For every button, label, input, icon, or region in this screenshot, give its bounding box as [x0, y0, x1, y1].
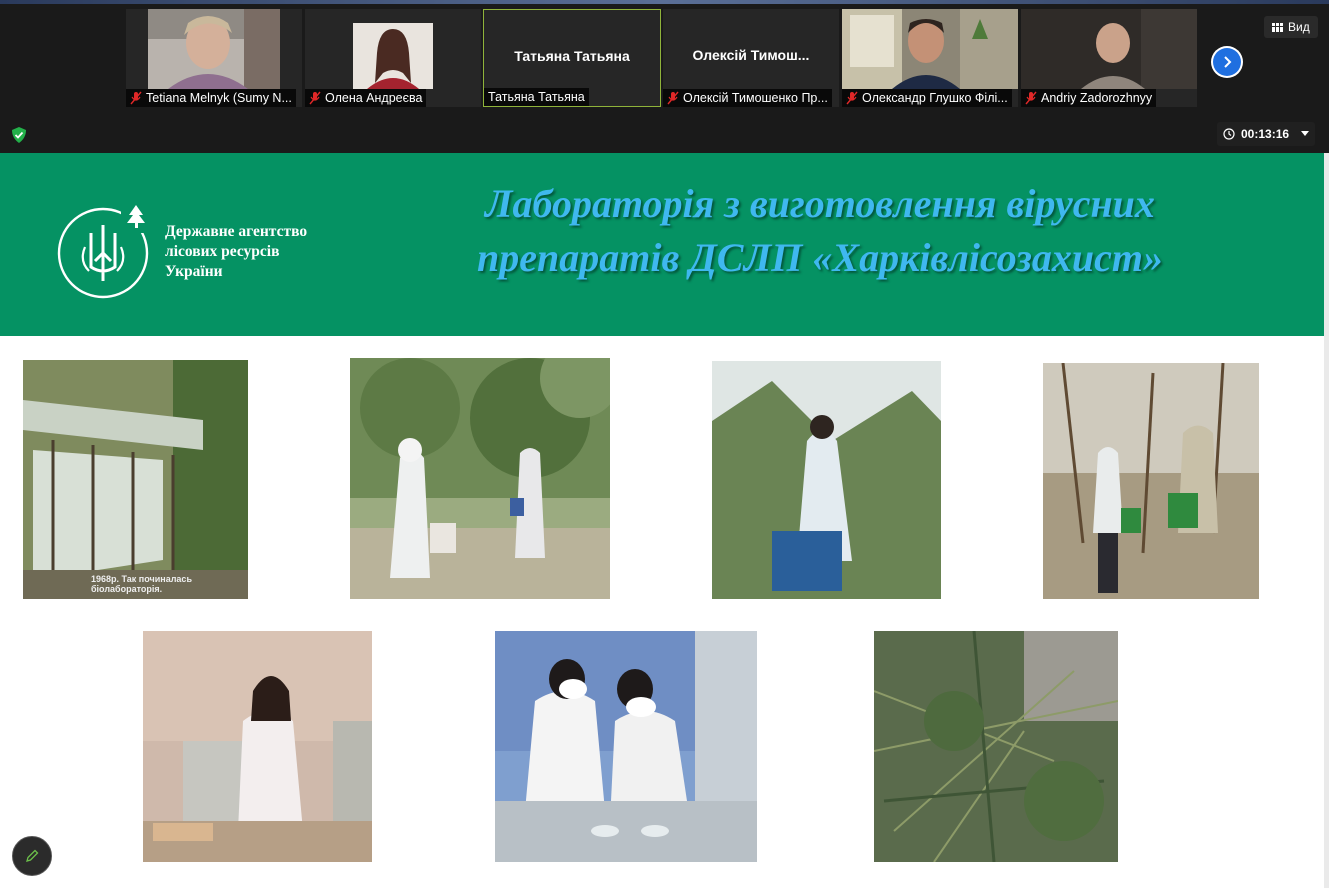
participant-name-label: Tetiana Melnyk (Sumy N...	[126, 89, 296, 107]
next-page-button[interactable]	[1211, 46, 1243, 78]
shared-screen-slide: Державне агентство лісових ресурсів Укра…	[0, 153, 1324, 888]
view-button[interactable]: Вид	[1264, 16, 1318, 38]
participant-tile-active[interactable]: Татьяна Татьяна Татьяна Татьяна	[483, 9, 661, 107]
participant-video	[148, 9, 280, 89]
participant-tile[interactable]: Олександр Глушко Філі...	[842, 9, 1018, 107]
agency-name: Державне агентство лісових ресурсів Укра…	[165, 223, 308, 280]
meeting-timer[interactable]: 00:13:16	[1217, 122, 1315, 146]
participant-name-label: Татьяна Татьяна	[484, 88, 589, 106]
participant-tile[interactable]: Олена Андреєва	[305, 9, 481, 107]
participant-strip: Tetiana Melnyk (Sumy N... Олена Андреєва…	[0, 4, 1329, 153]
grid-view-icon	[1272, 22, 1283, 32]
scrollbar-strip	[1324, 153, 1329, 888]
muted-mic-icon	[667, 91, 679, 105]
slide-title: Лабораторія з виготовлення вірусних преп…	[477, 181, 1163, 280]
participant-tile[interactable]: Andriy Zadorozhnyy	[1021, 9, 1197, 107]
participant-name: Олексій Тимошенко Пр...	[683, 91, 828, 105]
muted-mic-icon	[1025, 91, 1037, 105]
participant-name-label: Andriy Zadorozhnyy	[1021, 89, 1157, 107]
participant-name: Олександр Глушко Філі...	[862, 91, 1008, 105]
participant-tile[interactable]: Tetiana Melnyk (Sumy N...	[126, 9, 302, 107]
photo-two-lab-workers	[495, 631, 757, 862]
muted-mic-icon	[846, 91, 858, 105]
photo-workers-pine-forest	[350, 358, 610, 599]
participant-video	[1021, 9, 1197, 89]
shield-check-icon[interactable]	[10, 126, 28, 144]
photo-greenhouse: 1968р. Так починалась біолабораторія.	[23, 360, 248, 599]
participant-name-label: Олексій Тимошенко Пр...	[663, 89, 832, 107]
clock-icon	[1223, 128, 1235, 140]
chevron-down-icon	[1301, 131, 1309, 136]
muted-mic-icon	[309, 91, 321, 105]
slide-banner: Державне агентство лісових ресурсів Укра…	[0, 153, 1324, 336]
participant-center-name: Татьяна Татьяна	[514, 48, 630, 64]
photo-pine-branches	[874, 631, 1118, 862]
annotate-button[interactable]	[12, 836, 52, 876]
muted-mic-icon	[130, 91, 142, 105]
participant-video	[353, 23, 433, 89]
participant-name-label: Олександр Глушко Філі...	[842, 89, 1012, 107]
photo-woman-collecting	[712, 361, 941, 599]
chevron-right-icon	[1224, 56, 1232, 68]
pencil-icon	[26, 849, 39, 862]
view-button-label: Вид	[1288, 20, 1310, 34]
participant-video	[842, 9, 1018, 89]
agency-emblem-logo	[57, 203, 153, 299]
participant-tile[interactable]: Олексій Тимош... Олексій Тимошенко Пр...	[663, 9, 839, 107]
photo-lab-worker-pouring	[143, 631, 372, 862]
participant-center-name: Олексій Тимош...	[692, 47, 810, 63]
photo-pair-collecting	[1043, 363, 1259, 599]
photo-caption: 1968р. Так починалась біолабораторія.	[91, 574, 192, 594]
participant-name-label: Олена Андреєва	[305, 89, 427, 107]
participant-name: Andriy Zadorozhnyy	[1041, 91, 1153, 105]
participant-name: Татьяна Татьяна	[488, 90, 585, 104]
timer-value: 00:13:16	[1241, 127, 1290, 141]
participant-name: Tetiana Melnyk (Sumy N...	[146, 91, 292, 105]
participant-name: Олена Андреєва	[325, 91, 423, 105]
